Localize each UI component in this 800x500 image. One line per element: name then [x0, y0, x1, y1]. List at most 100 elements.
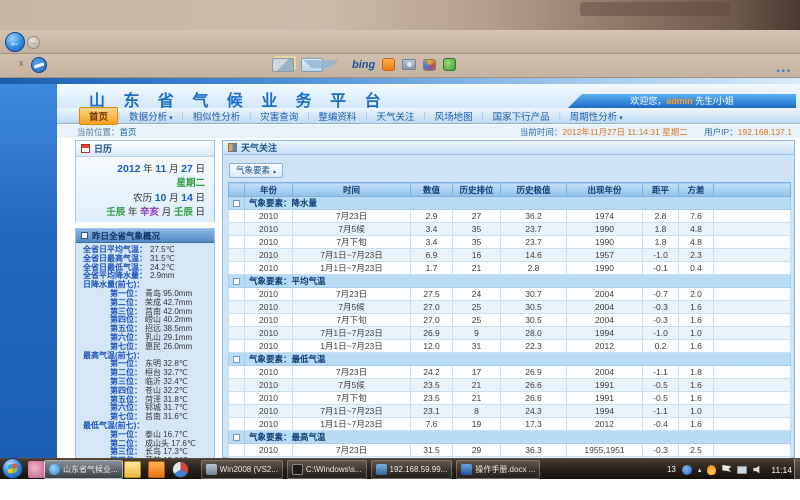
nav-item-label: 相似性分析 — [193, 112, 241, 123]
more-dots-icon[interactable]: ••• — [777, 66, 792, 76]
show-desktop-button[interactable] — [794, 459, 800, 480]
data-cell: 2010 — [245, 405, 293, 418]
addon-puzzle-icon[interactable] — [443, 58, 456, 71]
data-cell: 1.8 — [643, 223, 679, 236]
nav-item-6[interactable]: 风场地图 — [426, 108, 482, 124]
stat-value: 2.9mm — [150, 271, 174, 280]
group-row[interactable]: 气象要素：最高气温 — [229, 431, 791, 444]
data-cell: 25 — [453, 301, 501, 314]
checkbox[interactable] — [233, 356, 240, 363]
effects-icon[interactable] — [423, 59, 436, 71]
data-cell: 31.5 — [411, 444, 453, 457]
column-header-0: 年份 — [245, 183, 293, 197]
start-button[interactable] — [2, 458, 23, 479]
nav-item-4[interactable]: 整编资料 — [309, 108, 365, 124]
camera-icon[interactable] — [402, 59, 416, 70]
language-indicator[interactable]: 13 — [667, 465, 676, 474]
group-row[interactable]: 气象要素：平均气温 — [229, 275, 791, 288]
table-row[interactable]: 20107月23日31.52936.31955,1951-0.32.5 — [229, 444, 791, 457]
bing-dict-icon[interactable] — [382, 58, 395, 71]
table-row[interactable]: 20107月5候23.52126.61991-0.51.6 — [229, 379, 791, 392]
data-cell: 2.0 — [679, 288, 714, 301]
tray-expand-icon[interactable]: ▴ — [698, 466, 702, 474]
rank-label: 第七位： — [110, 342, 142, 351]
back-button[interactable]: ← — [5, 32, 25, 52]
table-row[interactable]: 20107月1日~7月23日26.9928.01994-1.01.0 — [229, 327, 791, 340]
data-cell: 7月下旬 — [293, 392, 411, 405]
data-cell: 2012 — [567, 418, 643, 431]
toolbar-close-icon[interactable]: x — [19, 58, 24, 68]
nav-item-2[interactable]: 相似性分析 — [184, 108, 250, 124]
action-center-flag-icon[interactable] — [722, 465, 731, 474]
taskbar-button-3[interactable]: 192.168.59.99... — [371, 460, 453, 479]
data-cell: 31 — [453, 340, 501, 353]
network-monitor-icon[interactable] — [737, 466, 747, 474]
stat-label: 全省日最高气温： — [83, 254, 147, 263]
data-cell: 1.0 — [679, 405, 714, 418]
data-cell: 6.9 — [411, 249, 453, 262]
table-row[interactable]: 20107月5候27.02530.52004-0.31.6 — [229, 301, 791, 314]
checkbox[interactable] — [233, 434, 240, 441]
blocked-circle-icon[interactable] — [31, 57, 47, 73]
taskbar-button-1[interactable]: Win2008 (VS2... — [201, 460, 283, 479]
table-row[interactable]: 20101月1日~7月23日12.03122.320120.21.6 — [229, 340, 791, 353]
data-cell: 24 — [453, 288, 501, 301]
nav-item-8[interactable]: 周期性分析▾ — [561, 108, 632, 124]
weather-watch-title: 天气关注 — [241, 141, 277, 154]
table-row[interactable]: 20107月下旬23.52126.61991-0.51.6 — [229, 392, 791, 405]
folder-icon[interactable] — [124, 461, 141, 478]
pinned-app-icon[interactable] — [28, 461, 45, 478]
network-globe-icon[interactable] — [682, 465, 692, 475]
row-tail-cell — [714, 366, 791, 379]
data-cell: 2010 — [245, 249, 293, 262]
table-row[interactable]: 20107月23日24.21726.92004-1.11.8 — [229, 366, 791, 379]
status-line: 当前时间：2012年11月27日 11:14:31 星期二 用户IP：192.1… — [520, 126, 792, 138]
browser-app-icon[interactable] — [172, 461, 189, 478]
group-row[interactable]: 气象要素：最低气温 — [229, 353, 791, 366]
data-cell: 7.6 — [411, 418, 453, 431]
data-cell: 2010 — [245, 236, 293, 249]
clock[interactable]: 11:14 — [771, 465, 792, 475]
data-cell: 7月下旬 — [293, 314, 411, 327]
row-tail-cell — [714, 301, 791, 314]
row-blank-cell — [229, 314, 245, 327]
forward-button[interactable]: → — [27, 36, 40, 49]
data-cell: 24.2 — [411, 366, 453, 379]
nav-item-1[interactable]: 数据分析▾ — [120, 108, 182, 124]
table-row[interactable]: 20107月23日27.52430.72004-0.72.0 — [229, 288, 791, 301]
data-cell: 2010 — [245, 262, 293, 275]
photos-icon[interactable] — [272, 58, 294, 72]
data-cell: 23.7 — [501, 236, 567, 249]
table-row[interactable]: 20107月下旬27.02530.52004-0.31.6 — [229, 314, 791, 327]
bing-logo[interactable]: bing — [352, 59, 375, 71]
table-row[interactable]: 20107月23日2.92736.219742.87.6 — [229, 210, 791, 223]
nav-item-0[interactable]: 首页 — [79, 107, 118, 125]
taskbar-button-0[interactable]: 山东省气候业... — [44, 460, 123, 479]
table-row[interactable]: 20107月1日~7月23日6.91614.61957-1.02.3 — [229, 249, 791, 262]
table-row[interactable]: 20101月1日~7月23日7.61917.32012-0.41.6 — [229, 418, 791, 431]
mail-icon[interactable] — [301, 58, 323, 72]
table-row[interactable]: 20107月下旬3.43523.719901.84.8 — [229, 236, 791, 249]
data-cell: -1.0 — [643, 327, 679, 340]
group-checkbox-cell — [229, 197, 245, 210]
data-cell: 1990 — [567, 262, 643, 275]
flame-app-icon[interactable] — [707, 465, 716, 475]
checkbox[interactable] — [233, 278, 240, 285]
row-tail-cell — [714, 379, 791, 392]
data-cell: 19 — [453, 418, 501, 431]
orange-app-icon[interactable] — [148, 461, 165, 478]
table-row[interactable]: 20107月5候3.43523.719901.84.8 — [229, 223, 791, 236]
taskbar-button-2[interactable]: C:\Windows\s... — [287, 460, 367, 479]
table-row[interactable]: 20107月1日~7月23日23.1824.31994-1.11.0 — [229, 405, 791, 418]
volume-icon[interactable] — [753, 466, 761, 474]
group-row[interactable]: 气象要素：降水量 — [229, 197, 791, 210]
nav-item-7[interactable]: 国家下行产品 — [484, 108, 559, 124]
row-tail-cell — [714, 418, 791, 431]
checkbox[interactable] — [233, 200, 240, 207]
taskbar-button-4[interactable]: 操作手册.docx ... — [456, 460, 540, 479]
row-blank-cell — [229, 418, 245, 431]
element-filter-button[interactable]: 气象要素▴ — [229, 163, 283, 178]
table-row[interactable]: 20101月1日~7月23日1.7212.81990-0.10.4 — [229, 262, 791, 275]
nav-item-5[interactable]: 天气关注 — [367, 108, 423, 124]
nav-item-3[interactable]: 灾害查询 — [251, 108, 307, 124]
